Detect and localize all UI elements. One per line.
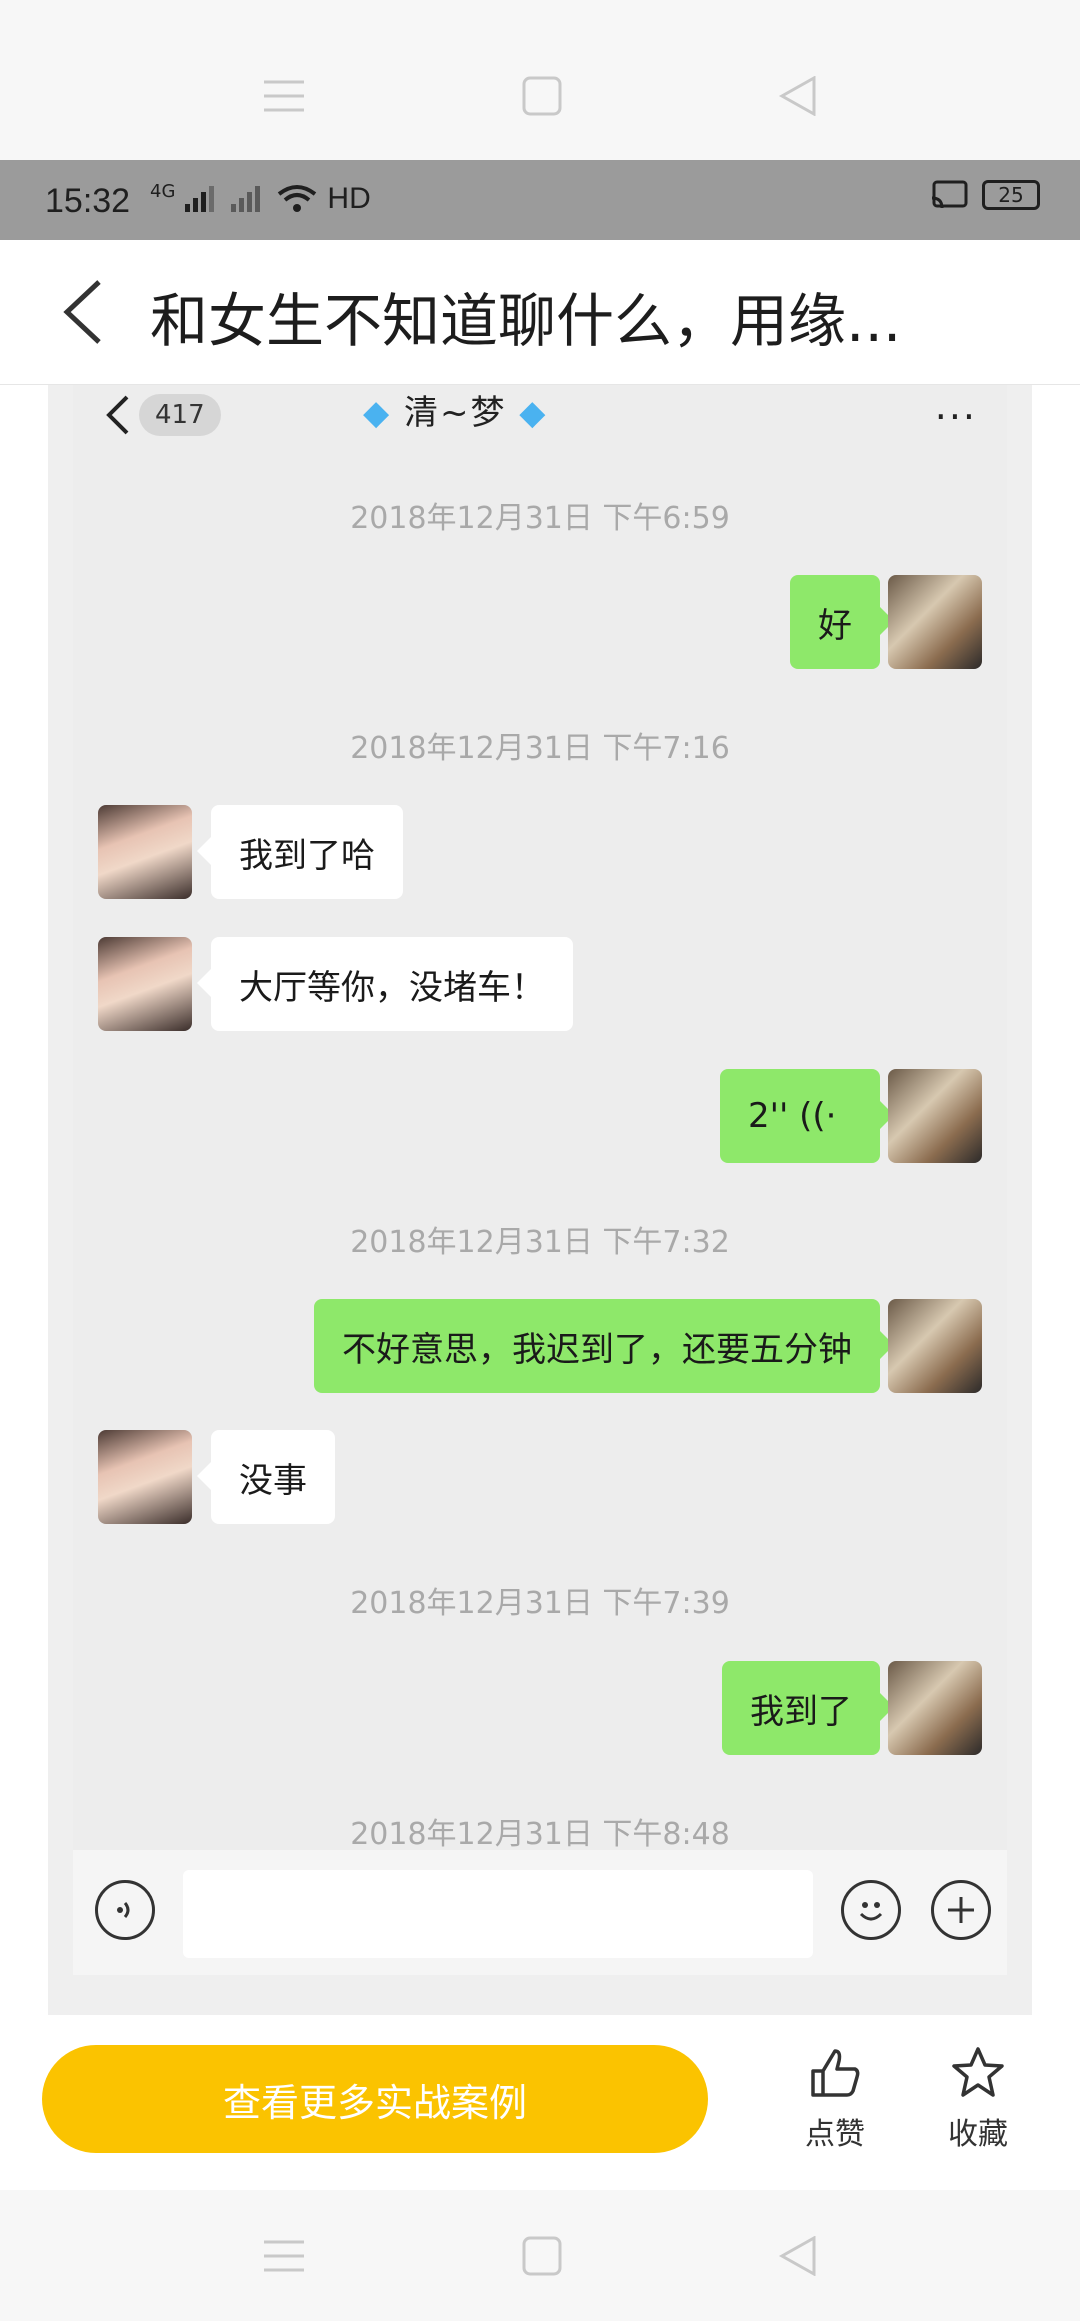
home-icon[interactable]: [520, 2236, 564, 2276]
message-bubble-her: 我到了哈: [197, 805, 403, 899]
signal-bars-icon: [185, 186, 215, 212]
battery-icon: 25: [982, 180, 1040, 210]
favorite-button[interactable]: 收藏: [928, 2045, 1028, 2153]
timestamp: 2018年12月31日 下午6:59: [350, 501, 730, 536]
thumbs-up-icon: [811, 2049, 860, 2097]
message-input: [183, 1870, 813, 1958]
wifi-icon: [278, 185, 317, 212]
avatar-her: [98, 1430, 192, 1524]
chat-screenshot: 417 ◆ 清~梦 ◆ ··· 2018年12月31日 下午6:59 2018年…: [48, 385, 1032, 2015]
signal-bars-2-icon: [231, 186, 261, 212]
home-icon[interactable]: [520, 76, 564, 116]
message-bubble-me: 不好意思，我迟到了，还要五分钟: [314, 1299, 894, 1393]
menu-icon[interactable]: [262, 76, 306, 116]
more-icon: ···: [934, 395, 977, 439]
star-icon: [952, 2047, 1004, 2097]
avatar-her: [98, 937, 192, 1031]
timestamp: 2018年12月31日 下午7:32: [350, 1225, 730, 1260]
status-time: 15:32: [45, 182, 131, 220]
emoji-icon: [841, 1880, 901, 1940]
timestamp: 2018年12月31日 下午7:39: [350, 1586, 730, 1621]
diamond-icon: ◆: [363, 393, 392, 433]
chat-window: 417 ◆ 清~梦 ◆ ··· 2018年12月31日 下午6:59 2018年…: [73, 385, 1007, 1955]
voice-input-icon: [95, 1880, 155, 1940]
plus-icon: [931, 1880, 991, 1940]
bottom-system-nav: [0, 2190, 1080, 2321]
chat-back: 417: [103, 393, 221, 437]
page-title: 和女生不知道聊什么，用缘...: [150, 287, 902, 355]
message-bubble-her: 大厅等你，没堵车！: [197, 937, 573, 1031]
chat-back-icon: [106, 395, 129, 435]
favorite-label: 收藏: [948, 2117, 1008, 2152]
screen: 15:32 4G HD 25 和女生不知道聊什么，用缘... 417 ◆ 清~梦…: [0, 0, 1080, 2321]
signal-icon: 4G: [150, 180, 176, 202]
top-system-nav: [0, 0, 1080, 160]
unread-badge: 417: [139, 394, 221, 436]
menu-icon[interactable]: [262, 2236, 306, 2276]
avatar-me: [888, 575, 982, 669]
status-right: 25: [930, 180, 1040, 210]
hd-label: HD: [327, 182, 371, 215]
app-header: 和女生不知道聊什么，用缘...: [0, 240, 1080, 385]
message-bubble-me: 好: [790, 575, 894, 669]
battery-level: 25: [998, 183, 1024, 207]
status-icons: 4G HD: [150, 180, 371, 216]
diamond-icon-2: ◆: [519, 393, 548, 433]
view-more-cases-button[interactable]: 查看更多实战案例: [42, 2045, 708, 2153]
back-triangle-icon[interactable]: [776, 76, 820, 116]
avatar-me: [888, 1069, 982, 1163]
status-bar: 15:32 4G HD 25: [0, 160, 1080, 240]
back-triangle-icon[interactable]: [776, 2236, 820, 2276]
message-bubble-her: 没事: [197, 1430, 335, 1524]
bottom-action-bar: 查看更多实战案例 点赞 收藏: [0, 2015, 1080, 2190]
voice-message-bubble: 2'' ((·: [720, 1069, 894, 1163]
chat-input-bar: [73, 1850, 1007, 1975]
timestamp: 2018年12月31日 下午7:16: [350, 731, 730, 766]
contact-name-text: 清~梦: [403, 393, 507, 433]
cast-icon: [931, 180, 968, 209]
like-label: 点赞: [805, 2117, 865, 2152]
like-button[interactable]: 点赞: [785, 2045, 885, 2153]
timestamp: 2018年12月31日 下午8:48: [350, 1817, 730, 1852]
avatar-me: [888, 1299, 982, 1393]
chat-contact-name: ◆ 清~梦 ◆: [363, 385, 547, 434]
chat-top-bar: 417 ◆ 清~梦 ◆ ···: [73, 385, 1007, 457]
message-bubble-me: 我到了: [722, 1661, 894, 1755]
back-arrow-icon[interactable]: [55, 276, 115, 348]
avatar-her: [98, 805, 192, 899]
avatar-me: [888, 1661, 982, 1755]
